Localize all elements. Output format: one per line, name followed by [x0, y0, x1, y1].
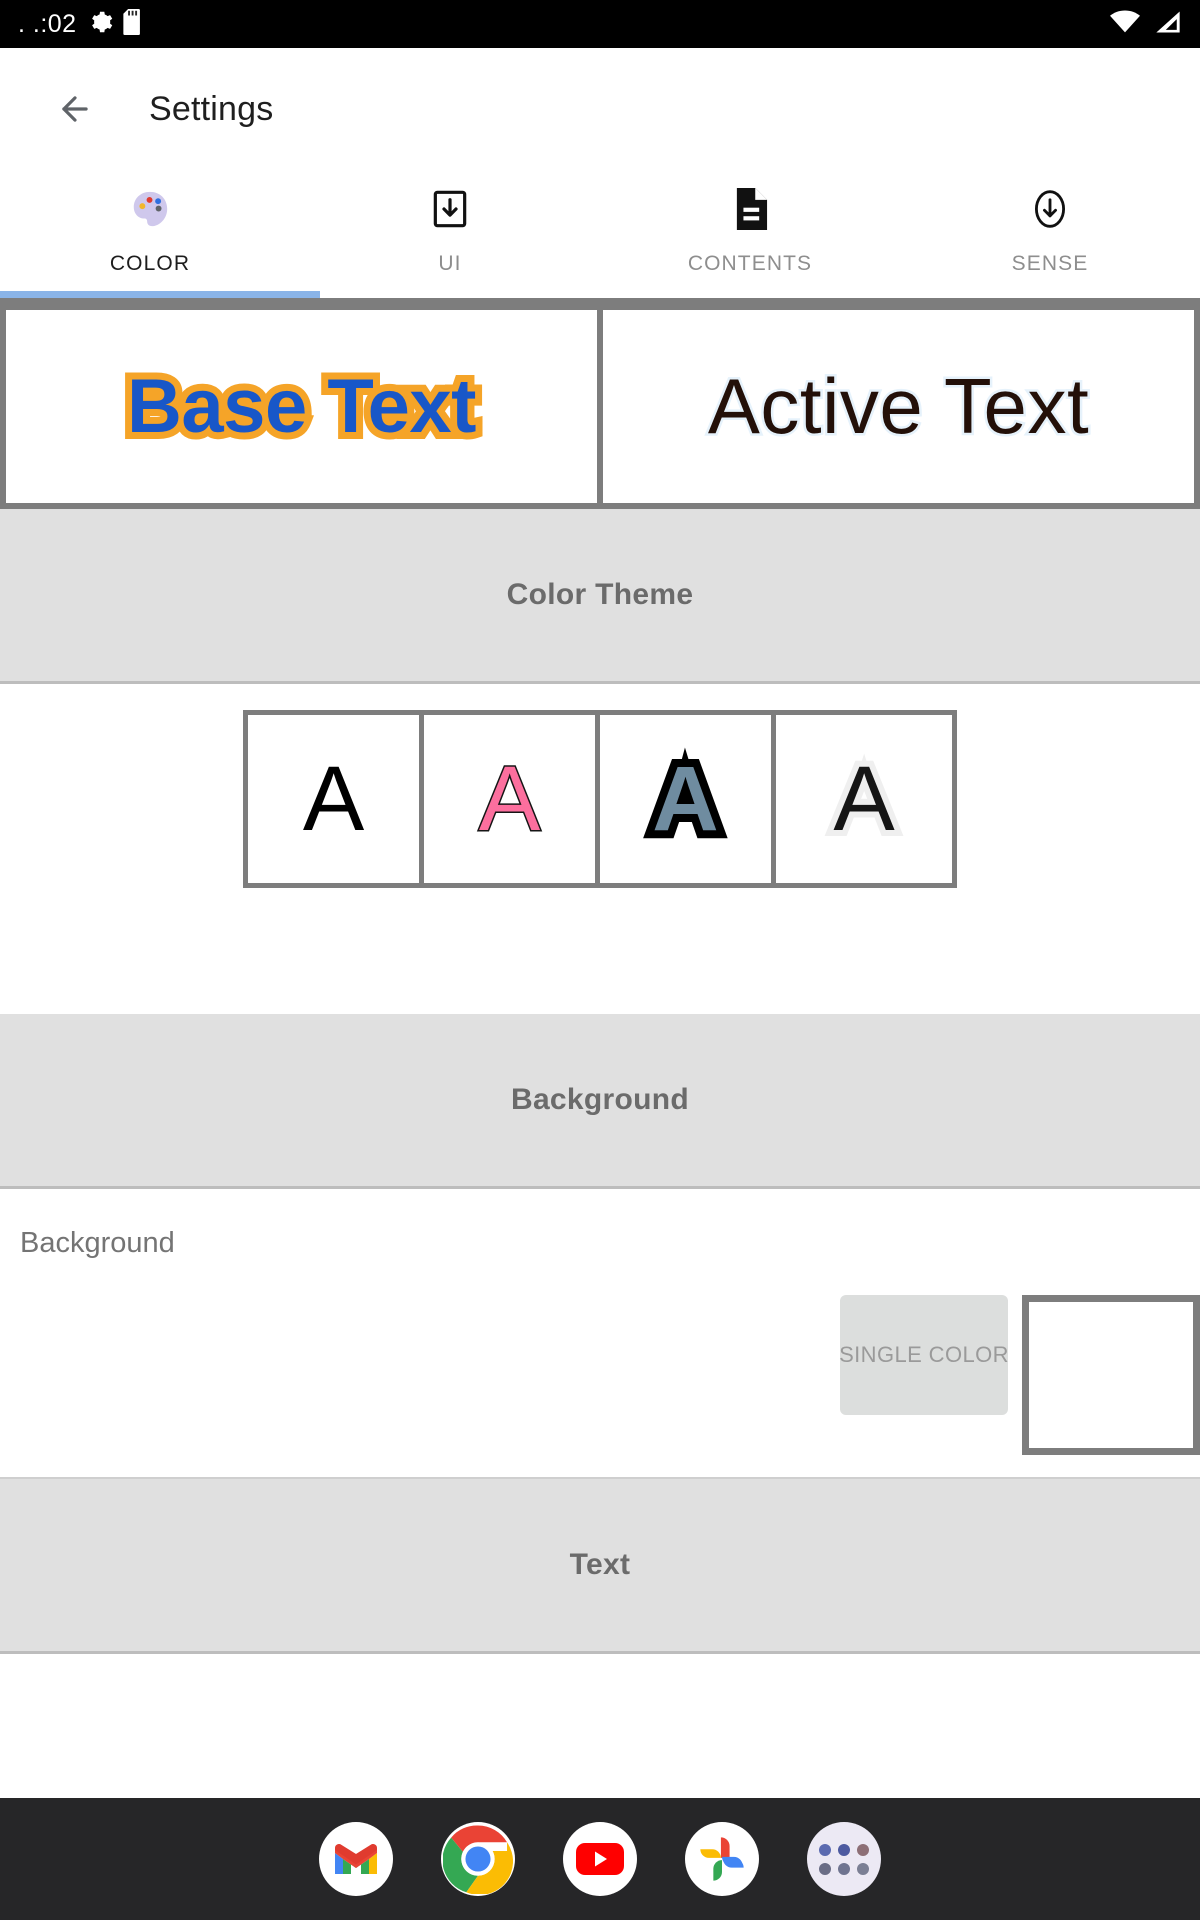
- single-color-button[interactable]: SINGLE COLOR: [839, 1295, 1009, 1415]
- phone-screen: . .:02 Settings COLOR UI CONTENTS SENSE …: [0, 0, 1200, 1920]
- section-title-background: Background: [510, 1083, 690, 1116]
- base-text-preview[interactable]: Base Text: [0, 304, 600, 509]
- status-clock: . .:02: [18, 9, 77, 38]
- tab-label-ui: UI: [438, 252, 462, 275]
- download-to-device-icon: [430, 186, 470, 232]
- tab-active-indicator: [0, 291, 320, 298]
- section-title-text: Text: [569, 1548, 631, 1581]
- base-text-sample: Base Text: [120, 357, 483, 456]
- theme-swatch-plain-black[interactable]: A: [248, 715, 424, 883]
- system-dock: [0, 1798, 1200, 1920]
- tab-color[interactable]: COLOR: [0, 170, 300, 298]
- app-drawer-icon[interactable]: [807, 1822, 881, 1896]
- section-header-color-theme: Color Theme: [0, 509, 1200, 681]
- tab-label-contents: CONTENTS: [687, 252, 813, 275]
- tab-label-sense: SENSE: [1011, 252, 1089, 275]
- cell-signal-icon: [1154, 10, 1182, 39]
- tab-bar: COLOR UI CONTENTS SENSE: [0, 170, 1200, 298]
- section-title-color-theme: Color Theme: [506, 578, 694, 611]
- status-bar-right: [1110, 9, 1182, 39]
- tab-label-color: COLOR: [109, 252, 191, 275]
- page-title: Settings: [149, 89, 274, 128]
- divider-text: [0, 1651, 1200, 1654]
- background-option-row: Background SINGLE COLOR: [0, 1189, 1200, 1477]
- theme-swatch-steel-heavy-outline[interactable]: A: [600, 715, 776, 883]
- sd-card-icon: [122, 8, 145, 40]
- theme-glyph: A: [477, 748, 541, 850]
- background-color-chip[interactable]: [1022, 1295, 1200, 1455]
- active-text-preview[interactable]: Active Text: [600, 304, 1200, 509]
- theme-glyph: A: [302, 748, 365, 850]
- theme-glyph: A: [827, 747, 900, 851]
- back-arrow-icon: [62, 96, 88, 122]
- google-photos-icon[interactable]: [685, 1822, 759, 1896]
- youtube-icon[interactable]: [563, 1822, 637, 1896]
- gear-icon: [87, 9, 113, 40]
- gmail-icon[interactable]: [319, 1822, 393, 1896]
- tab-ui[interactable]: UI: [300, 170, 600, 298]
- section-header-text: Text: [0, 1479, 1200, 1651]
- active-text-sample: Active Text: [705, 360, 1091, 453]
- chrome-icon[interactable]: [441, 1822, 515, 1896]
- theme-swatch-pink-outlined[interactable]: A: [424, 715, 600, 883]
- color-theme-swatch-strip: A A A A: [243, 710, 957, 888]
- palette-icon: [129, 186, 171, 232]
- back-button[interactable]: [46, 80, 104, 138]
- status-bar: . .:02: [0, 0, 1200, 48]
- document-icon: [731, 186, 769, 232]
- background-row-label: Background: [20, 1227, 175, 1259]
- single-color-button-label: SINGLE COLOR: [839, 1342, 1009, 1367]
- background-controls: SINGLE COLOR: [839, 1295, 1200, 1455]
- theme-swatch-black-light-outline[interactable]: A: [776, 715, 952, 883]
- color-theme-swatch-block: A A A A: [0, 684, 1200, 1014]
- app-drawer-dots: [819, 1843, 869, 1875]
- circle-arrow-down-icon: [1029, 186, 1071, 232]
- app-bar: Settings: [0, 48, 1200, 170]
- tab-sense[interactable]: SENSE: [900, 170, 1200, 298]
- theme-glyph: A: [644, 745, 727, 853]
- section-header-background: Background: [0, 1014, 1200, 1186]
- status-bar-left: . .:02: [18, 8, 145, 40]
- tab-contents[interactable]: CONTENTS: [600, 170, 900, 298]
- wifi-icon: [1110, 9, 1140, 39]
- preview-row: Base Text Active Text: [0, 304, 1200, 509]
